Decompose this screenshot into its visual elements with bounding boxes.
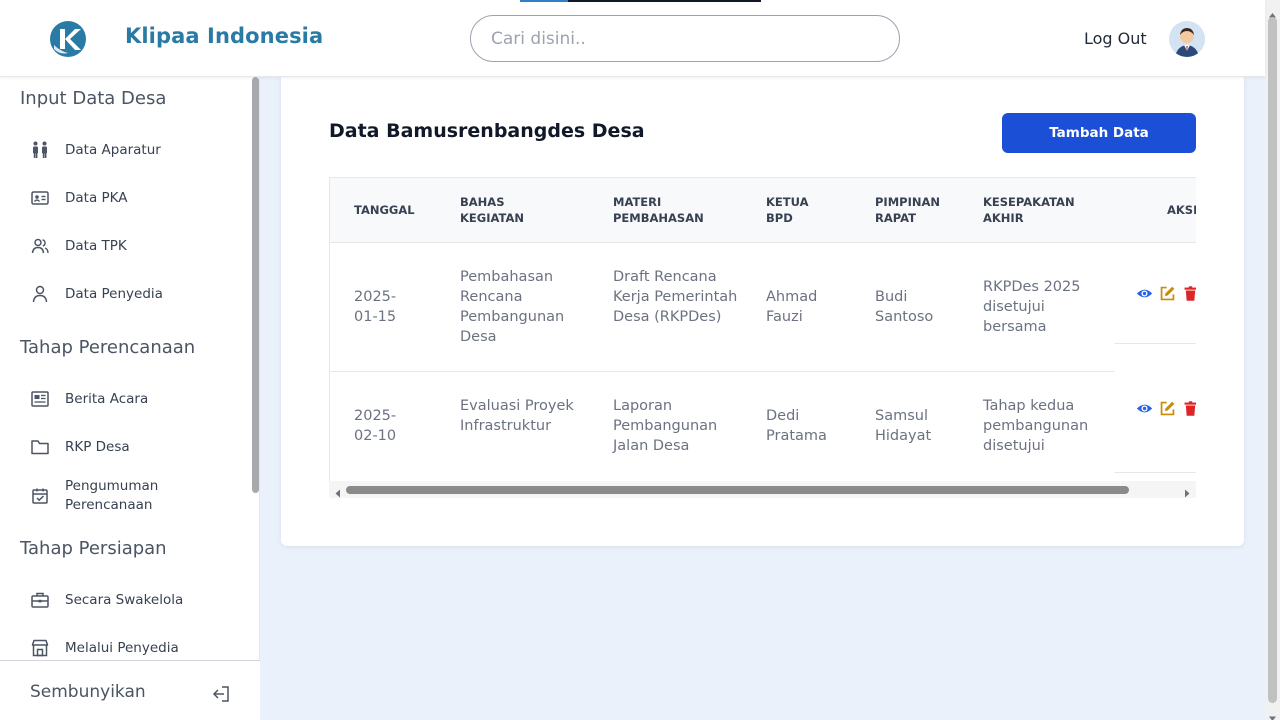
cell-bahas-kegiatan: Evaluasi Proyek Infrastruktur: [460, 398, 574, 434]
cell-kesepakatan-akhir: Tahap kedua pembangunan disetujui: [983, 398, 1089, 454]
sidebar-item-label: RKP Desa: [65, 438, 130, 455]
folder-icon: [30, 437, 50, 457]
delete-icon[interactable]: [1182, 285, 1196, 302]
sidebar-item-label: Data TPK: [65, 237, 127, 254]
logout-link[interactable]: Log Out: [1084, 29, 1147, 48]
sidebar-item-data-pka[interactable]: Data PKA: [30, 188, 128, 208]
store-icon: [30, 638, 50, 658]
sidebar-collapse-button[interactable]: Sembunyikan: [0, 660, 260, 720]
top-header: Klipaa Indonesia Log Out: [0, 0, 1265, 77]
row-actions: [1114, 243, 1196, 344]
brand-logo-icon[interactable]: [50, 21, 86, 57]
sidebar-item-label: Secara Swakelola: [65, 591, 184, 608]
page-scrollbar[interactable]: [1265, 0, 1280, 720]
cell-tanggal: 2025-01-15: [354, 289, 397, 325]
sidebar-item-data-tpk[interactable]: Data TPK: [30, 236, 127, 256]
column-header: PIMPINAN RAPAT: [875, 195, 941, 225]
sidebar-item-rkp-desa[interactable]: RKP Desa: [30, 437, 130, 457]
page-scrollbar-thumb[interactable]: [1268, 17, 1277, 703]
logout-arrow-icon: [211, 684, 231, 704]
edit-icon[interactable]: [1159, 400, 1176, 417]
table-row: 2025-01-15 Pembahasan Rencana Pembanguna…: [330, 243, 1114, 372]
data-card: Data Bamusrenbangdes Desa Tambah Data TA…: [281, 60, 1244, 546]
view-icon[interactable]: [1136, 400, 1153, 417]
cell-materi-pembahasan: Draft Rencana Kerja Pemerintah Desa (RKP…: [613, 269, 738, 325]
column-header: KETUA BPD: [766, 195, 809, 225]
cell-materi-pembahasan: Laporan Pembangunan Jalan Desa: [613, 398, 718, 454]
scroll-right-icon[interactable]: [1182, 484, 1192, 498]
loading-bar: [568, 0, 761, 2]
section-title-input-data-desa: Input Data Desa: [20, 88, 167, 109]
section-title-tahap-perencanaan: Tahap Perencanaan: [20, 337, 196, 358]
sidebar-item-melalui-penyedia[interactable]: Melalui Penyedia: [30, 638, 179, 658]
sidebar-scrollbar[interactable]: [252, 77, 259, 493]
page-title: Data Bamusrenbangdes Desa: [329, 120, 645, 142]
sidebar-item-label: Melalui Penyedia: [65, 639, 179, 656]
loading-bar-accent: [520, 0, 568, 2]
search-input[interactable]: [470, 15, 900, 62]
scroll-up-icon[interactable]: [1268, 4, 1277, 18]
sidebar-item-label: Data PKA: [65, 189, 128, 206]
calendar-check-icon: [30, 486, 50, 506]
section-title-tahap-persiapan: Tahap Persiapan: [20, 538, 167, 559]
cell-ketua-bpd: Dedi Pratama: [766, 408, 827, 444]
sidebar-item-data-penyedia[interactable]: Data Penyedia: [30, 284, 163, 304]
sidebar-item-data-aparatur[interactable]: Data Aparatur: [30, 140, 161, 160]
briefcase-icon: [30, 590, 50, 610]
cell-tanggal: 2025-02-10: [354, 408, 397, 444]
data-table: TANGGAL BAHAS KEGIATAN MATERI PEMBAHASAN…: [329, 177, 1196, 481]
column-header: MATERI PEMBAHASAN: [613, 195, 704, 225]
cell-kesepakatan-akhir: RKPDes 2025 disetujui bersama: [983, 279, 1081, 335]
view-icon[interactable]: [1136, 285, 1153, 302]
column-header: AKSI: [1167, 203, 1196, 217]
delete-icon[interactable]: [1182, 400, 1196, 417]
cell-bahas-kegiatan: Pembahasan Rencana Pembangunan Desa: [460, 269, 565, 345]
cell-pimpinan-rapat: Samsul Hidayat: [875, 408, 932, 444]
row-actions: [1114, 344, 1196, 473]
sidebar-menu: Input Data Desa Data Aparatur Data PKA D…: [0, 77, 260, 660]
user-icon: [30, 284, 50, 304]
people-icon: [30, 140, 50, 160]
sidebar: Input Data Desa Data Aparatur Data PKA D…: [0, 77, 260, 720]
edit-icon[interactable]: [1159, 285, 1176, 302]
brand-name[interactable]: Klipaa Indonesia: [125, 24, 323, 48]
scroll-left-icon[interactable]: [333, 484, 343, 498]
cell-pimpinan-rapat: Budi Santoso: [875, 289, 934, 325]
table-header: TANGGAL BAHAS KEGIATAN MATERI PEMBAHASAN…: [330, 178, 1196, 243]
id-card-icon: [30, 188, 50, 208]
scroll-down-icon[interactable]: [1268, 708, 1277, 720]
newspaper-icon: [30, 389, 50, 409]
sidebar-item-secara-swakelola[interactable]: Secara Swakelola: [30, 590, 183, 610]
sidebar-item-label: Pengumuman Perencanaan: [65, 478, 159, 513]
sidebar-item-label: Berita Acara: [65, 390, 149, 407]
add-data-button[interactable]: Tambah Data: [1002, 113, 1196, 153]
scrollbar-thumb[interactable]: [346, 486, 1129, 494]
sidebar-item-label: Data Aparatur: [65, 141, 161, 158]
cell-ketua-bpd: Ahmad Fauzi: [766, 289, 818, 325]
user-avatar[interactable]: [1169, 21, 1205, 57]
table-row: 2025-02-10 Evaluasi Proyek Infrastruktur…: [330, 372, 1114, 481]
sidebar-item-label: Data Penyedia: [65, 285, 163, 302]
column-header: BAHAS KEGIATAN: [460, 195, 524, 225]
column-header: TANGGAL: [354, 203, 415, 217]
collapse-label: Sembunyikan: [30, 682, 146, 702]
users-icon: [30, 236, 50, 256]
table-horizontal-scrollbar[interactable]: [329, 481, 1196, 498]
sidebar-item-pengumuman-perencanaan[interactable]: Pengumuman Perencanaan: [30, 477, 185, 515]
column-header: KESEPAKATAN AKHIR: [983, 195, 1075, 225]
sidebar-item-berita-acara[interactable]: Berita Acara: [30, 389, 148, 409]
